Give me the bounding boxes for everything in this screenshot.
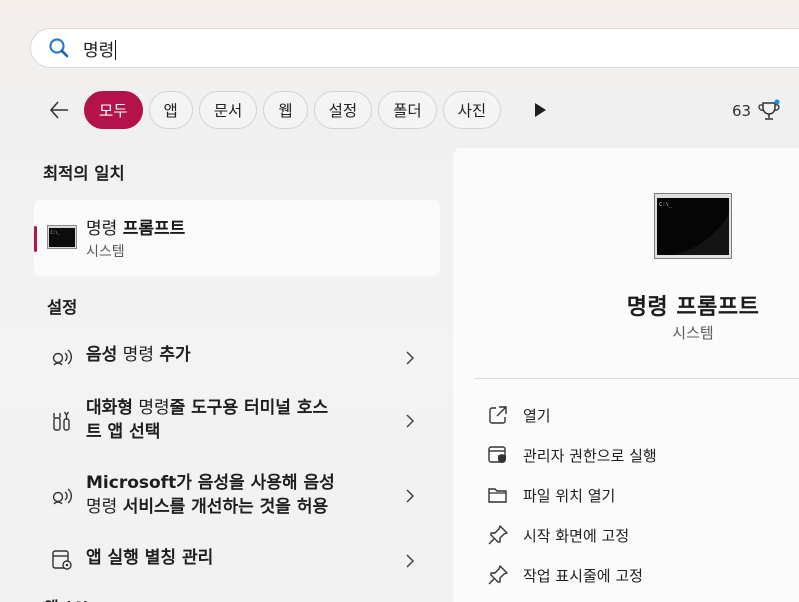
detail-subtitle: 시스템 (672, 324, 714, 342)
more-filters-button[interactable] (525, 95, 555, 125)
best-match-result[interactable]: C:\_ 명령 프롬프트 시스템 (34, 200, 440, 276)
filter-chip-settings[interactable]: 설정 (313, 91, 373, 129)
action-pin-to-taskbar[interactable]: 작업 표시줄에 고정 (487, 564, 643, 586)
voice-icon (52, 488, 72, 505)
admin-shield-icon (488, 446, 506, 463)
play-icon (535, 103, 547, 117)
setting-voice-improvement[interactable]: Microsoft가 음성을 사용해 음성 명령 서비스를 개선하는 것을 허용 (34, 471, 440, 523)
command-prompt-icon: C:\_ (47, 225, 77, 249)
pin-icon (488, 525, 508, 545)
chevron-right-icon (406, 489, 415, 503)
chevron-right-icon (406, 351, 415, 365)
back-button[interactable] (44, 95, 74, 125)
filter-chip-folders[interactable]: 폴더 (378, 91, 437, 129)
search-box[interactable]: 명령 (30, 28, 799, 68)
setting-label: 대화형 명령줄 도구용 터미널 호스 트 앱 선택 (86, 398, 329, 442)
setting-app-execution-alias[interactable]: 앱 실행 별칭 관리 (34, 546, 440, 574)
trophy-icon (758, 99, 780, 120)
setting-terminal-host[interactable]: 대화형 명령줄 도구용 터미널 호스 트 앱 선택 (34, 396, 440, 448)
action-run-as-admin[interactable]: 관리자 권한으로 실행 (487, 444, 657, 466)
selection-indicator (34, 226, 37, 252)
command-prompt-icon: C:\_ (654, 193, 732, 259)
result-name: 명령 프롬프트 (86, 219, 186, 239)
folder-icon (488, 488, 507, 503)
setting-label: 음성 명령 추가 (86, 345, 191, 365)
action-open-file-location[interactable]: 파일 위치 열기 (487, 484, 615, 506)
action-open[interactable]: 열기 (487, 404, 551, 426)
chevron-right-icon (406, 414, 415, 428)
best-match-heading: 최적의 일치 (43, 164, 125, 183)
settings-heading: 설정 (47, 298, 78, 317)
back-arrow-icon (49, 101, 68, 119)
filter-chip-all[interactable]: 모두 (84, 91, 143, 129)
rewards-count: 63 (732, 102, 752, 120)
setting-add-voice-command[interactable]: 음성 명령 추가 (34, 343, 440, 371)
detail-panel: C:\_ 명령 프롬프트 시스템 열기 관리자 권한으로 실행 파일 위치 열기… (453, 148, 799, 602)
divider (474, 378, 799, 379)
filter-chip-documents[interactable]: 문서 (198, 91, 258, 129)
result-type: 시스템 (86, 244, 125, 260)
filter-chip-apps[interactable]: 앱 (148, 91, 193, 129)
filter-chip-web[interactable]: 웹 (263, 91, 308, 129)
open-icon (489, 406, 507, 424)
svg-text:C:\_: C:\_ (659, 202, 673, 208)
rewards-points[interactable]: 63 (732, 99, 781, 123)
search-input[interactable]: 명령 (83, 36, 383, 61)
pin-icon (488, 565, 508, 585)
app-alias-icon (52, 550, 72, 570)
svg-text:C:\_: C:\_ (51, 230, 61, 235)
tools-icon (53, 411, 70, 431)
search-icon (49, 38, 69, 58)
action-pin-to-start[interactable]: 시작 화면에 고정 (487, 524, 629, 546)
detail-title: 명령 프롬프트 (626, 295, 760, 320)
filter-bar: 모두 앱 문서 웹 설정 폴더 사진 (44, 90, 555, 130)
chevron-right-icon (406, 554, 415, 568)
setting-label: 앱 실행 별칭 관리 (86, 548, 214, 568)
filter-chip-photos[interactable]: 사진 (442, 91, 502, 129)
voice-icon (52, 349, 72, 366)
setting-label: Microsoft가 음성을 사용해 음성 명령 서비스를 개선하는 것을 허용 (86, 473, 335, 517)
apps-section-heading: 앱 (4) (44, 594, 90, 602)
